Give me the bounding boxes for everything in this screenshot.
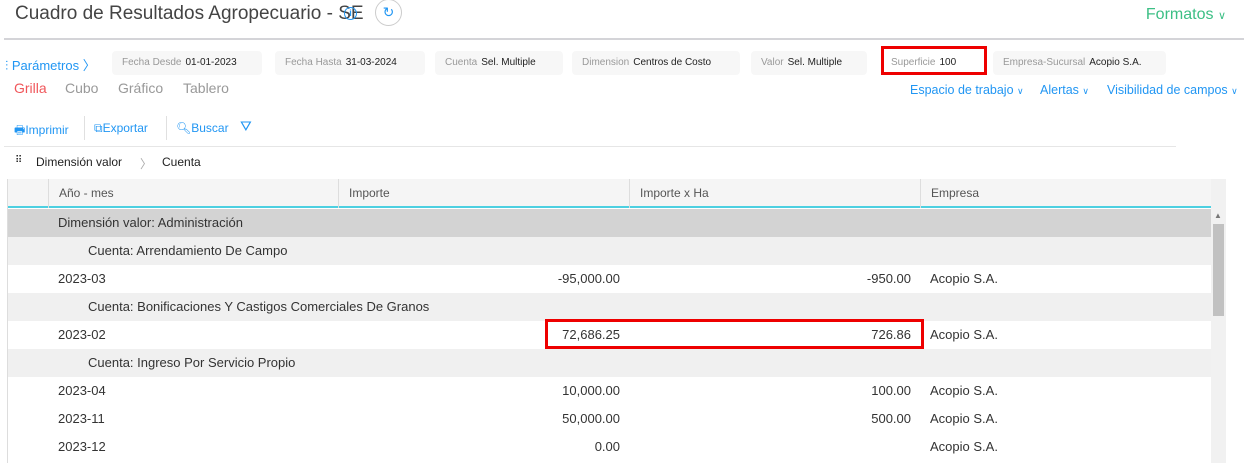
sliders-icon: ⫶ xyxy=(5,58,9,73)
cell-period: 2023-03 xyxy=(58,271,106,286)
divider xyxy=(4,146,1176,147)
cell-importe: 10,000.00 xyxy=(562,383,620,398)
cell-empresa: Acopio S.A. xyxy=(930,439,998,454)
cell-importe-ha: -950.00 xyxy=(866,271,911,286)
group-row[interactable]: Cuenta: Ingreso Por Servicio Propio xyxy=(8,349,1211,377)
param-valor[interactable]: Valor Sel. Multiple xyxy=(751,51,867,75)
chevron-down-icon: ∨ xyxy=(1017,86,1024,96)
param-cuenta[interactable]: Cuenta Sel. Multiple xyxy=(435,51,563,75)
cell-empresa: Acopio S.A. xyxy=(930,411,998,426)
formatos-label: Formatos xyxy=(1145,6,1214,23)
external-link-icon: ⧉ xyxy=(94,121,103,135)
param-fecha-desde[interactable]: Fecha Desde 01-01-2023 xyxy=(112,51,262,75)
param-value: Sel. Multiple xyxy=(787,57,843,68)
espacio-trabajo-dropdown[interactable]: Espacio de trabajo ∨ xyxy=(910,83,1024,97)
param-label: Valor xyxy=(761,57,784,68)
column-header-empresa[interactable]: Empresa xyxy=(920,179,1211,208)
cell-importe-ha: 100.00 xyxy=(871,383,911,398)
grid-header: Año - mes Importe Importe x Ha Empresa xyxy=(8,179,1211,208)
link-label: Alertas xyxy=(1040,83,1079,97)
table-row[interactable]: 2023-03 -95,000.00 -950.00 Acopio S.A. xyxy=(8,265,1211,293)
cell-importe-ha xyxy=(629,433,911,461)
group-label: Cuenta: Ingreso Por Servicio Propio xyxy=(88,355,296,370)
tab-grafico[interactable]: Gráfico xyxy=(118,80,163,96)
formatos-dropdown[interactable]: Formatos ∨ xyxy=(1146,6,1226,24)
cell-empresa: Acopio S.A. xyxy=(930,327,998,342)
cell-period: 2023-04 xyxy=(58,383,106,398)
export-button[interactable]: ⧉Exportar xyxy=(94,121,148,136)
cell-importe-ha: 500.00 xyxy=(871,411,911,426)
chevron-right-icon: 〉 xyxy=(82,58,96,73)
refresh-button[interactable]: ↻ xyxy=(375,0,402,26)
param-label: Fecha Hasta xyxy=(285,57,342,68)
table-row[interactable]: 2023-12 0.00 Acopio S.A. xyxy=(8,433,1211,461)
tab-tablero[interactable]: Tablero xyxy=(183,80,229,96)
scroll-up-icon[interactable]: ▲ xyxy=(1214,211,1222,220)
chevron-down-icon: ∨ xyxy=(1231,86,1238,96)
param-label: Empresa-Sucursal xyxy=(1003,57,1086,68)
tab-grilla[interactable]: Grilla xyxy=(14,80,47,96)
print-label: Imprimir xyxy=(25,123,69,137)
param-label: Cuenta xyxy=(445,57,478,68)
group-row[interactable]: Cuenta: Bonificaciones Y Castigos Comerc… xyxy=(8,293,1211,321)
param-label: Fecha Desde xyxy=(122,57,182,68)
param-label: Dimension xyxy=(582,57,630,68)
group-label: Dimensión valor: Administración xyxy=(58,215,243,230)
cell-empresa: Acopio S.A. xyxy=(930,271,998,286)
vertical-scrollbar[interactable]: ▲ xyxy=(1211,179,1226,463)
cell-period: 2023-12 xyxy=(58,439,106,454)
param-value: 31-03-2024 xyxy=(345,57,397,68)
table-row[interactable]: 2023-04 10,000.00 100.00 Acopio S.A. xyxy=(8,377,1211,405)
breadcrumb-dimension-valor[interactable]: Dimensión valor xyxy=(36,155,122,169)
param-value: Centros de Costo xyxy=(633,57,712,68)
link-label: Visibilidad de campos xyxy=(1107,83,1228,97)
column-header-ano-mes[interactable]: Año - mes xyxy=(48,179,338,208)
highlight-box xyxy=(881,46,987,75)
highlight-box xyxy=(545,319,924,349)
link-label: Espacio de trabajo xyxy=(910,83,1014,97)
cell-importe: 50,000.00 xyxy=(562,411,620,426)
filter-icon[interactable]: ⛛ xyxy=(240,118,252,135)
cell-empresa: Acopio S.A. xyxy=(930,383,998,398)
cell-importe: 0.00 xyxy=(594,439,620,454)
group-label: Cuenta: Bonificaciones Y Castigos Comerc… xyxy=(88,299,430,314)
param-empresa-sucursal[interactable]: Empresa-Sucursal Acopio S.A. xyxy=(993,51,1166,75)
visibilidad-campos-dropdown[interactable]: Visibilidad de campos ∨ xyxy=(1107,83,1238,97)
param-value: Sel. Multiple xyxy=(481,57,536,68)
separator xyxy=(84,116,85,140)
param-value: Acopio S.A. xyxy=(1089,57,1142,68)
breadcrumb-separator-icon: 〉 xyxy=(140,157,153,171)
cell-period: 2023-11 xyxy=(58,411,105,426)
cell-period: 2023-02 xyxy=(58,327,106,342)
separator xyxy=(166,116,167,140)
grid-icon: ⠿ xyxy=(15,155,23,166)
group-row[interactable]: Cuenta: Arrendamiento De Campo xyxy=(8,237,1211,265)
cell-importe: -95,000.00 xyxy=(557,271,620,286)
divider xyxy=(4,38,1244,40)
param-dimension[interactable]: Dimension Centros de Costo xyxy=(572,51,740,75)
info-icon[interactable]: i xyxy=(344,7,357,20)
group-row[interactable]: Dimensión valor: Administración xyxy=(8,209,1211,237)
param-fecha-hasta[interactable]: Fecha Hasta 31-03-2024 xyxy=(275,51,425,75)
table-row[interactable]: 2023-11 50,000.00 500.00 Acopio S.A. xyxy=(8,405,1211,433)
search-label: Buscar xyxy=(191,121,229,135)
tab-cubo[interactable]: Cubo xyxy=(65,80,98,96)
parametros-label: Parámetros xyxy=(11,58,80,73)
param-value: 01-01-2023 xyxy=(185,57,237,68)
search-icon: 🔍︎ xyxy=(176,121,192,135)
alertas-dropdown[interactable]: Alertas ∨ xyxy=(1040,83,1089,97)
export-label: Exportar xyxy=(102,121,148,135)
search-button[interactable]: 🔍︎Buscar xyxy=(176,121,229,135)
page-title: Cuadro de Resultados Agropecuario - SE xyxy=(15,3,364,24)
group-label: Cuenta: Arrendamiento De Campo xyxy=(88,243,288,258)
column-header-importe-ha[interactable]: Importe x Ha xyxy=(629,179,920,208)
parametros-toggle[interactable]: ⫶ Parámetros 〉 xyxy=(5,55,96,74)
print-button[interactable]: 🖶Imprimir xyxy=(14,121,69,142)
scrollbar-thumb[interactable] xyxy=(1213,224,1224,316)
chevron-down-icon: ∨ xyxy=(1217,10,1226,22)
chevron-down-icon: ∨ xyxy=(1082,86,1089,96)
printer-icon: 🖶 xyxy=(14,123,26,137)
column-header-importe[interactable]: Importe xyxy=(338,179,629,208)
breadcrumb-cuenta[interactable]: Cuenta xyxy=(162,155,201,169)
